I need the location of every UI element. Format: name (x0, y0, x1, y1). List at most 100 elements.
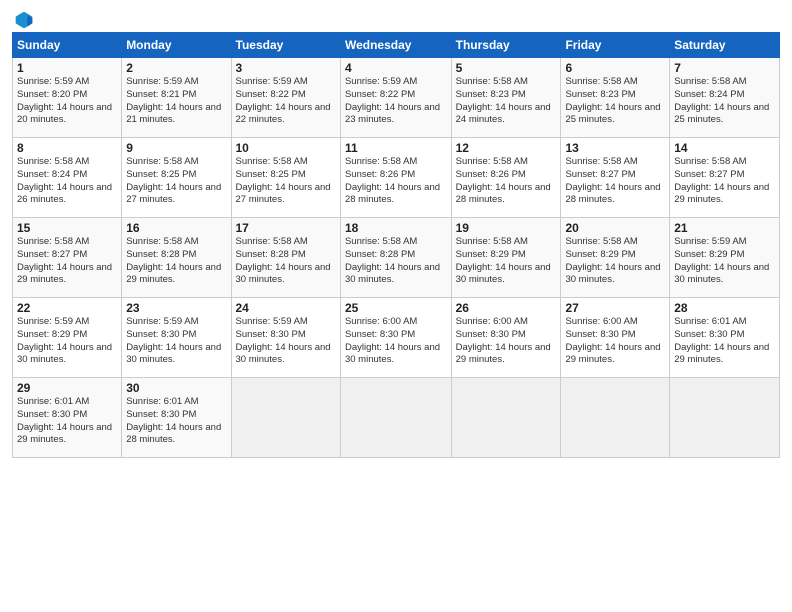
day-info: Sunrise: 5:59 AM Sunset: 8:29 PM Dayligh… (674, 236, 775, 287)
sunset: Sunset: 8:29 PM (456, 249, 557, 262)
sunrise: Sunrise: 5:58 AM (565, 236, 665, 249)
calendar-cell: 1 Sunrise: 5:59 AM Sunset: 8:20 PM Dayli… (13, 58, 122, 138)
day-number: 10 (236, 141, 336, 155)
daylight: Daylight: 14 hours and 29 minutes. (126, 262, 226, 288)
day-number: 15 (17, 221, 117, 235)
weekday-wednesday: Wednesday (340, 33, 451, 58)
daylight: Daylight: 14 hours and 30 minutes. (674, 262, 775, 288)
calendar-cell: 25 Sunrise: 6:00 AM Sunset: 8:30 PM Dayl… (340, 298, 451, 378)
sunrise: Sunrise: 6:01 AM (17, 396, 117, 409)
sunset: Sunset: 8:25 PM (126, 169, 226, 182)
day-number: 18 (345, 221, 447, 235)
day-number: 24 (236, 301, 336, 315)
sunset: Sunset: 8:22 PM (345, 89, 447, 102)
day-number: 17 (236, 221, 336, 235)
daylight: Daylight: 14 hours and 30 minutes. (236, 262, 336, 288)
daylight: Daylight: 14 hours and 28 minutes. (456, 182, 557, 208)
day-number: 25 (345, 301, 447, 315)
sunrise: Sunrise: 5:58 AM (345, 156, 447, 169)
day-info: Sunrise: 5:58 AM Sunset: 8:29 PM Dayligh… (456, 236, 557, 287)
sunrise: Sunrise: 5:58 AM (17, 236, 117, 249)
sunrise: Sunrise: 5:58 AM (17, 156, 117, 169)
sunset: Sunset: 8:20 PM (17, 89, 117, 102)
daylight: Daylight: 14 hours and 20 minutes. (17, 102, 117, 128)
day-number: 6 (565, 61, 665, 75)
day-info: Sunrise: 5:58 AM Sunset: 8:25 PM Dayligh… (126, 156, 226, 207)
daylight: Daylight: 14 hours and 29 minutes. (17, 422, 117, 448)
daylight: Daylight: 14 hours and 29 minutes. (674, 342, 775, 368)
sunrise: Sunrise: 6:00 AM (456, 316, 557, 329)
daylight: Daylight: 14 hours and 29 minutes. (17, 262, 117, 288)
sunset: Sunset: 8:30 PM (126, 329, 226, 342)
day-info: Sunrise: 5:58 AM Sunset: 8:25 PM Dayligh… (236, 156, 336, 207)
day-number: 7 (674, 61, 775, 75)
day-number: 8 (17, 141, 117, 155)
sunset: Sunset: 8:29 PM (565, 249, 665, 262)
day-info: Sunrise: 5:59 AM Sunset: 8:20 PM Dayligh… (17, 76, 117, 127)
daylight: Daylight: 14 hours and 30 minutes. (17, 342, 117, 368)
sunrise: Sunrise: 5:59 AM (17, 76, 117, 89)
sunrise: Sunrise: 6:00 AM (345, 316, 447, 329)
day-number: 3 (236, 61, 336, 75)
daylight: Daylight: 14 hours and 30 minutes. (126, 342, 226, 368)
sunset: Sunset: 8:30 PM (126, 409, 226, 422)
day-info: Sunrise: 5:59 AM Sunset: 8:29 PM Dayligh… (17, 316, 117, 367)
day-info: Sunrise: 5:58 AM Sunset: 8:28 PM Dayligh… (126, 236, 226, 287)
daylight: Daylight: 14 hours and 27 minutes. (236, 182, 336, 208)
daylight: Daylight: 14 hours and 29 minutes. (565, 342, 665, 368)
calendar-week-row: 22 Sunrise: 5:59 AM Sunset: 8:29 PM Dayl… (13, 298, 780, 378)
day-info: Sunrise: 5:58 AM Sunset: 8:23 PM Dayligh… (456, 76, 557, 127)
sunset: Sunset: 8:29 PM (17, 329, 117, 342)
day-info: Sunrise: 5:59 AM Sunset: 8:30 PM Dayligh… (236, 316, 336, 367)
daylight: Daylight: 14 hours and 25 minutes. (565, 102, 665, 128)
sunset: Sunset: 8:27 PM (565, 169, 665, 182)
day-number: 28 (674, 301, 775, 315)
calendar-cell: 20 Sunrise: 5:58 AM Sunset: 8:29 PM Dayl… (561, 218, 670, 298)
sunrise: Sunrise: 5:59 AM (236, 316, 336, 329)
sunrise: Sunrise: 6:01 AM (674, 316, 775, 329)
sunrise: Sunrise: 5:59 AM (236, 76, 336, 89)
sunrise: Sunrise: 5:58 AM (674, 156, 775, 169)
calendar-week-row: 15 Sunrise: 5:58 AM Sunset: 8:27 PM Dayl… (13, 218, 780, 298)
day-number: 11 (345, 141, 447, 155)
day-info: Sunrise: 5:58 AM Sunset: 8:27 PM Dayligh… (565, 156, 665, 207)
sunrise: Sunrise: 5:58 AM (565, 76, 665, 89)
day-number: 16 (126, 221, 226, 235)
daylight: Daylight: 14 hours and 25 minutes. (674, 102, 775, 128)
sunset: Sunset: 8:30 PM (236, 329, 336, 342)
day-number: 22 (17, 301, 117, 315)
sunset: Sunset: 8:29 PM (674, 249, 775, 262)
day-number: 19 (456, 221, 557, 235)
calendar-cell: 27 Sunrise: 6:00 AM Sunset: 8:30 PM Dayl… (561, 298, 670, 378)
sunset: Sunset: 8:28 PM (345, 249, 447, 262)
calendar-cell: 8 Sunrise: 5:58 AM Sunset: 8:24 PM Dayli… (13, 138, 122, 218)
calendar-cell: 19 Sunrise: 5:58 AM Sunset: 8:29 PM Dayl… (451, 218, 561, 298)
sunrise: Sunrise: 5:59 AM (345, 76, 447, 89)
calendar-cell: 6 Sunrise: 5:58 AM Sunset: 8:23 PM Dayli… (561, 58, 670, 138)
calendar-cell: 2 Sunrise: 5:59 AM Sunset: 8:21 PM Dayli… (122, 58, 231, 138)
day-number: 29 (17, 381, 117, 395)
sunset: Sunset: 8:26 PM (456, 169, 557, 182)
calendar-cell: 26 Sunrise: 6:00 AM Sunset: 8:30 PM Dayl… (451, 298, 561, 378)
day-info: Sunrise: 5:58 AM Sunset: 8:23 PM Dayligh… (565, 76, 665, 127)
sunrise: Sunrise: 5:58 AM (674, 76, 775, 89)
sunrise: Sunrise: 5:58 AM (456, 76, 557, 89)
day-number: 4 (345, 61, 447, 75)
daylight: Daylight: 14 hours and 30 minutes. (565, 262, 665, 288)
calendar-cell (231, 378, 340, 458)
logo-icon (14, 10, 34, 30)
day-info: Sunrise: 5:58 AM Sunset: 8:29 PM Dayligh… (565, 236, 665, 287)
sunrise: Sunrise: 5:58 AM (456, 156, 557, 169)
sunrise: Sunrise: 5:59 AM (126, 316, 226, 329)
day-number: 1 (17, 61, 117, 75)
sunrise: Sunrise: 6:01 AM (126, 396, 226, 409)
sunset: Sunset: 8:27 PM (674, 169, 775, 182)
weekday-header-row: SundayMondayTuesdayWednesdayThursdayFrid… (13, 33, 780, 58)
sunset: Sunset: 8:23 PM (565, 89, 665, 102)
daylight: Daylight: 14 hours and 30 minutes. (345, 262, 447, 288)
day-info: Sunrise: 5:59 AM Sunset: 8:22 PM Dayligh… (236, 76, 336, 127)
day-number: 30 (126, 381, 226, 395)
day-info: Sunrise: 5:58 AM Sunset: 8:28 PM Dayligh… (345, 236, 447, 287)
day-info: Sunrise: 6:00 AM Sunset: 8:30 PM Dayligh… (565, 316, 665, 367)
daylight: Daylight: 14 hours and 27 minutes. (126, 182, 226, 208)
